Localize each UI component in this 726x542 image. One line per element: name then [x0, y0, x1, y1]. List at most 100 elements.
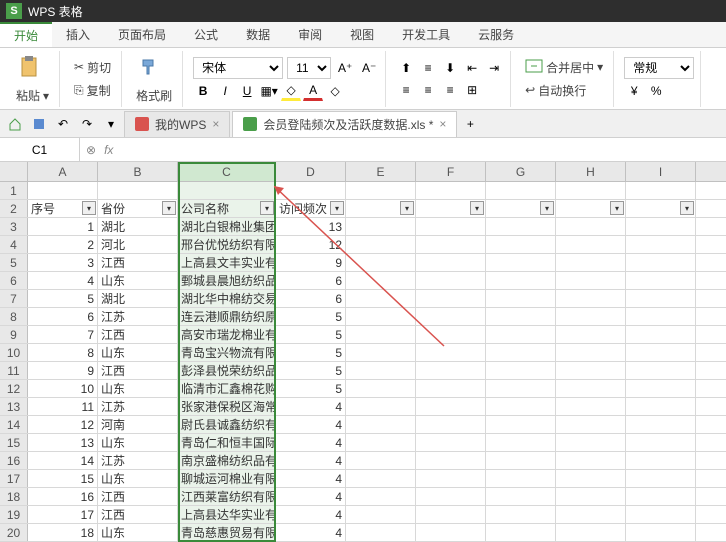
cell[interactable]: 江苏 [98, 452, 178, 469]
cell[interactable]: 6 [276, 272, 346, 289]
cell[interactable] [556, 218, 626, 235]
filter-dropdown-icon[interactable]: ▾ [470, 201, 484, 215]
cell[interactable] [556, 290, 626, 307]
cell[interactable] [346, 182, 416, 199]
cell[interactable] [346, 452, 416, 469]
cell[interactable] [416, 362, 486, 379]
close-icon[interactable]: × [439, 117, 446, 131]
cell[interactable] [556, 344, 626, 361]
decrease-font-icon[interactable]: A⁻ [359, 58, 379, 78]
cell[interactable]: 14 [28, 452, 98, 469]
cell[interactable]: ▾ [416, 200, 486, 217]
cell[interactable] [556, 452, 626, 469]
new-tab-icon[interactable]: + [459, 113, 481, 135]
redo-icon[interactable]: ↷ [76, 113, 98, 135]
align-left-icon[interactable]: ≡ [396, 80, 416, 100]
menu-云服务[interactable]: 云服务 [464, 22, 528, 47]
cell[interactable]: 山东 [98, 272, 178, 289]
cell[interactable] [416, 326, 486, 343]
cell[interactable] [346, 398, 416, 415]
cell[interactable]: 江西 [98, 326, 178, 343]
cell[interactable] [346, 290, 416, 307]
cell[interactable] [486, 380, 556, 397]
row-header[interactable]: 15 [0, 434, 28, 451]
spreadsheet-grid[interactable]: ABCDEFGHI 12序号▾省份▾公司名称▾访问频次▾▾▾▾▾▾31湖北湖北白… [0, 162, 726, 542]
cell[interactable] [626, 380, 696, 397]
fill-color-button[interactable]: ◇ [281, 81, 301, 101]
cell[interactable]: 8 [28, 344, 98, 361]
indent-right-icon[interactable]: ⇥ [484, 58, 504, 78]
cell[interactable] [486, 362, 556, 379]
cell[interactable]: 4 [276, 398, 346, 415]
align-bottom-icon[interactable]: ⬇ [440, 58, 460, 78]
cell[interactable]: 4 [276, 506, 346, 523]
cell[interactable]: 10 [28, 380, 98, 397]
merge-split-icon[interactable]: ⊞ [462, 80, 482, 100]
cell[interactable]: 尉氏县诚鑫纺织有 [178, 416, 276, 433]
align-middle-icon[interactable]: ≡ [418, 58, 438, 78]
cell[interactable] [486, 308, 556, 325]
save-icon[interactable] [28, 113, 50, 135]
cell[interactable] [486, 488, 556, 505]
menu-插入[interactable]: 插入 [52, 22, 104, 47]
cell[interactable] [626, 362, 696, 379]
cell[interactable]: 湖北 [98, 218, 178, 235]
cell[interactable]: ▾ [486, 200, 556, 217]
row-header[interactable]: 8 [0, 308, 28, 325]
row-header[interactable]: 12 [0, 380, 28, 397]
cell[interactable] [416, 236, 486, 253]
cell[interactable] [416, 272, 486, 289]
cell[interactable] [486, 272, 556, 289]
row-header[interactable]: 14 [0, 416, 28, 433]
cell[interactable] [486, 452, 556, 469]
cell[interactable] [486, 524, 556, 541]
cell[interactable] [626, 506, 696, 523]
cell[interactable]: ▾ [626, 200, 696, 217]
cell[interactable] [556, 182, 626, 199]
cell[interactable] [626, 236, 696, 253]
align-center-icon[interactable]: ≡ [418, 80, 438, 100]
cell[interactable]: 湖北 [98, 290, 178, 307]
font-name-select[interactable]: 宋体 [193, 57, 283, 79]
cell[interactable] [416, 524, 486, 541]
cell[interactable] [556, 488, 626, 505]
col-header-G[interactable]: G [486, 162, 556, 181]
cell[interactable] [626, 524, 696, 541]
cell[interactable]: 4 [276, 470, 346, 487]
cell[interactable]: 青岛慈惠贸易有限 [178, 524, 276, 541]
cell[interactable]: 9 [276, 254, 346, 271]
underline-button[interactable]: U [237, 81, 257, 101]
cell[interactable] [346, 506, 416, 523]
paste-button[interactable] [12, 51, 53, 83]
menu-公式[interactable]: 公式 [180, 22, 232, 47]
cell[interactable] [626, 398, 696, 415]
cell[interactable]: 4 [276, 488, 346, 505]
cell[interactable]: 上高县文丰实业有 [178, 254, 276, 271]
col-header-B[interactable]: B [98, 162, 178, 181]
row-header[interactable]: 5 [0, 254, 28, 271]
cell[interactable]: 南京盛棉纺织品有 [178, 452, 276, 469]
filter-dropdown-icon[interactable]: ▾ [330, 201, 344, 215]
cell[interactable]: 4 [276, 524, 346, 541]
cell[interactable]: 省份▾ [98, 200, 178, 217]
cell[interactable]: 5 [276, 344, 346, 361]
filter-dropdown-icon[interactable]: ▾ [610, 201, 624, 215]
row-header[interactable]: 3 [0, 218, 28, 235]
cell[interactable] [486, 506, 556, 523]
align-right-icon[interactable]: ≡ [440, 80, 460, 100]
cell[interactable] [556, 236, 626, 253]
cell[interactable] [28, 182, 98, 199]
cell[interactable]: 5 [276, 380, 346, 397]
cell[interactable] [346, 326, 416, 343]
cell[interactable] [556, 416, 626, 433]
cell[interactable] [346, 416, 416, 433]
cell[interactable] [416, 434, 486, 451]
cell[interactable] [556, 380, 626, 397]
cell[interactable]: 山东 [98, 434, 178, 451]
home-icon[interactable] [4, 113, 26, 135]
format-painter-label[interactable]: 格式刷 [132, 85, 176, 106]
cell[interactable] [486, 326, 556, 343]
cell[interactable] [486, 182, 556, 199]
row-header[interactable]: 6 [0, 272, 28, 289]
cell[interactable] [346, 344, 416, 361]
